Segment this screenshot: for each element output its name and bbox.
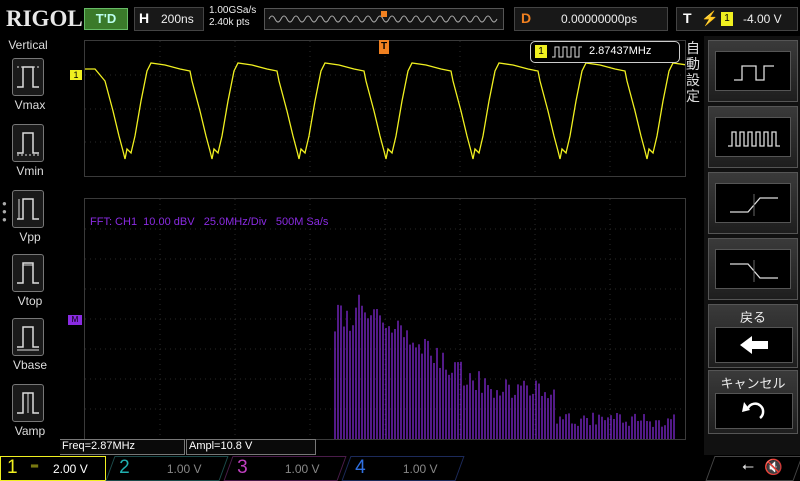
cancel-button[interactable]: キャンセル — [708, 370, 798, 434]
fft-marker-label: M — [72, 315, 79, 324]
back-arrow-icon — [716, 328, 792, 362]
vbase-button[interactable] — [12, 318, 44, 356]
pulse-train-icon — [716, 118, 792, 156]
frequency-badge-value: 2.87437MHz — [589, 45, 651, 57]
channel-1-tab[interactable]: 1 ═ 2.00 V — [0, 456, 106, 481]
channel-4-number: 4 — [355, 457, 366, 479]
fft-display[interactable] — [84, 198, 686, 440]
vmin-button[interactable] — [12, 124, 44, 162]
channel-3-number: 3 — [237, 457, 248, 479]
channel-1-marker-label: 1 — [73, 70, 78, 80]
memory-overview-bar[interactable] — [264, 8, 504, 30]
trigger-letter: T — [683, 10, 692, 26]
usb-icon: ⭠ — [742, 458, 754, 475]
back-button[interactable]: 戻る — [708, 304, 798, 368]
vtop-button[interactable] — [12, 254, 44, 292]
channel-2-scale: 1.00 V — [167, 462, 202, 476]
vpp-button[interactable] — [12, 190, 44, 228]
speaker-muted-icon: 🔇 — [764, 458, 783, 476]
trigger-position-icon[interactable]: T — [379, 40, 389, 54]
fft-spectrum — [335, 295, 674, 439]
channel-1-ground-marker[interactable]: 1 — [70, 70, 82, 80]
trigger-position-marker — [381, 11, 387, 17]
measurement-ampl[interactable]: Ampl=10.8 V — [186, 439, 316, 455]
channel-bar: 1 ═ 2.00 V 2 1.00 V 3 1.00 V 4 1.00 V ⭠ … — [0, 455, 800, 480]
menu-page-indicator: ● ● ● — [2, 200, 7, 224]
fft-marker[interactable]: M — [68, 315, 82, 325]
left-menu-title: Vertical — [0, 38, 56, 52]
trigger-source-badge: 1 — [721, 12, 733, 26]
undo-icon — [716, 394, 792, 428]
channel-4-tab[interactable]: 4 1.00 V — [341, 456, 464, 481]
vamp-button[interactable] — [12, 384, 44, 422]
run-status-badge[interactable]: T'D — [84, 8, 128, 30]
trigger-box[interactable]: T ⚡ 1 -4.00 V — [676, 7, 798, 31]
vmax-label: Vmax — [0, 98, 60, 112]
pulse-train-icon — [551, 45, 583, 59]
measurement-freq[interactable]: Freq=2.87MHz — [60, 439, 185, 455]
vtop-icon — [13, 255, 43, 291]
vamp-icon — [13, 385, 43, 421]
auto-pulse-button[interactable] — [708, 106, 798, 168]
channel-4-scale: 1.00 V — [403, 462, 438, 476]
top-status-bar: RIGOL T'D H 200ns 1.00GSa/s 2.40k pts D … — [0, 0, 800, 36]
rigol-logo: RIGOL — [6, 6, 83, 32]
vpp-label: Vpp — [0, 230, 60, 244]
channel-2-number: 2 — [119, 457, 130, 479]
delay-letter: D — [521, 10, 531, 26]
trigger-level: -4.00 V — [743, 12, 782, 26]
channel-1-scale: 2.00 V — [53, 462, 88, 476]
back-label: 戻る — [709, 307, 797, 326]
auto-rising-button[interactable] — [708, 172, 798, 234]
vtop-label: Vtop — [0, 294, 60, 308]
auto-square-button[interactable] — [708, 40, 798, 102]
timebase-box[interactable]: H 200ns — [134, 7, 204, 31]
memory-overview-wave — [265, 9, 503, 29]
fft-info-label: FFT: CH1 10.00 dBV 25.0MHz/Div 500M Sa/s — [90, 216, 328, 228]
vmin-label: Vmin — [0, 164, 60, 178]
timebase-value: 200ns — [161, 12, 194, 26]
falling-edge-icon — [716, 250, 792, 288]
auto-setting-label: 自 動 設 定 — [686, 40, 702, 104]
cancel-label: キャンセル — [709, 373, 797, 392]
vmin-icon — [13, 125, 43, 161]
sample-rate: 1.00GSa/s — [209, 5, 256, 16]
memory-depth: 2.40k pts — [209, 17, 250, 28]
trigger-edge-icon: ⚡ — [701, 10, 718, 27]
square-wave-icon — [716, 52, 792, 90]
horizontal-letter: H — [139, 10, 149, 26]
back-icon-frame — [715, 327, 793, 363]
fft-area — [85, 199, 685, 439]
measurement-ampl-text: Ampl=10.8 V — [187, 440, 252, 452]
measurement-freq-text: Freq=2.87MHz — [60, 440, 135, 452]
channel-1-coupling-icon: ═ — [31, 461, 38, 472]
auto-falling-button[interactable] — [708, 238, 798, 300]
vmax-button[interactable] — [12, 58, 44, 96]
rising-edge-icon — [716, 184, 792, 222]
delay-box[interactable]: D 0.00000000ps — [514, 7, 668, 31]
cancel-icon-frame — [715, 393, 793, 429]
channel-2-tab[interactable]: 2 1.00 V — [105, 456, 228, 481]
frequency-badge: 1 2.87437MHz — [530, 41, 680, 63]
frequency-badge-channel: 1 — [535, 45, 547, 58]
channel-3-scale: 1.00 V — [285, 462, 320, 476]
vbase-label: Vbase — [0, 358, 60, 372]
vamp-label: Vamp — [0, 424, 60, 438]
vpp-icon — [13, 191, 43, 227]
channel-1-number: 1 — [7, 457, 18, 479]
channel-3-tab[interactable]: 3 1.00 V — [223, 456, 346, 481]
delay-value: 0.00000000ps — [561, 12, 637, 26]
vbase-icon — [13, 319, 43, 355]
vmax-icon — [13, 59, 43, 95]
